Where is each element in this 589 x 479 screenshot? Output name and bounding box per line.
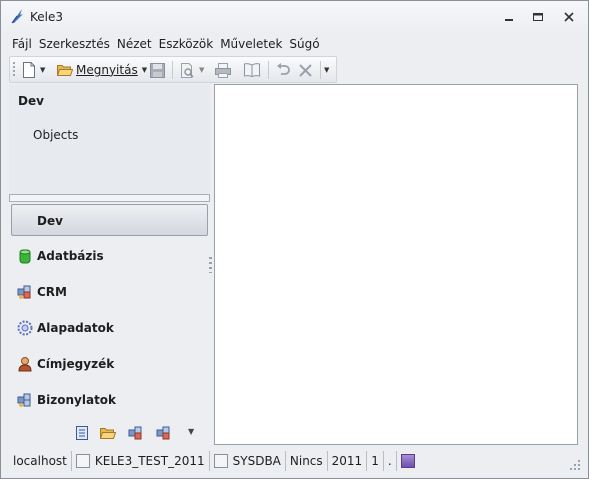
pane-title: Dev bbox=[18, 94, 44, 108]
new-document-icon bbox=[23, 62, 35, 78]
nav-label: CRM bbox=[37, 285, 67, 299]
nav-button-cimjegyzek[interactable]: Címjegyzék bbox=[11, 348, 208, 380]
status-bar: localhost KELE3_TEST_2011 SYSDBA Nincs 2… bbox=[9, 450, 583, 472]
open-dropdown-arrow[interactable]: ▼ bbox=[142, 66, 147, 74]
menu-file[interactable]: Fájl bbox=[9, 35, 35, 53]
toolbar-options-icon: ▼ bbox=[324, 66, 330, 74]
save-icon bbox=[150, 62, 165, 78]
status-host: localhost bbox=[9, 451, 72, 471]
navigation-pane-content: Dev Objects bbox=[9, 85, 210, 194]
status-user: SYSDBA bbox=[210, 451, 286, 471]
toolbar-options-button[interactable]: ▼ bbox=[324, 61, 329, 79]
panel-resize-grip[interactable] bbox=[209, 257, 212, 273]
print-icon bbox=[215, 62, 231, 78]
status-color bbox=[397, 451, 419, 471]
documents-small-icon[interactable] bbox=[156, 425, 172, 441]
menu-operations[interactable]: Műveletek bbox=[217, 35, 285, 53]
toolbar-separator bbox=[268, 61, 269, 79]
status-dot: . bbox=[384, 451, 397, 471]
basedata-icon bbox=[17, 320, 33, 336]
nav-label: Címjegyzék bbox=[37, 357, 115, 371]
menu-view[interactable]: Nézet bbox=[114, 35, 155, 53]
status-user-label: SYSDBA bbox=[232, 454, 281, 468]
crm-icon bbox=[17, 285, 31, 299]
book-button[interactable] bbox=[244, 61, 260, 79]
new-dropdown-arrow[interactable]: ▼ bbox=[40, 66, 45, 74]
status-number: 1 bbox=[367, 451, 384, 471]
user-status-icon bbox=[213, 454, 228, 468]
menu-bar: Fájl Szerkesztés Nézet Eszközök Művelete… bbox=[9, 35, 324, 53]
save-button[interactable] bbox=[150, 61, 165, 79]
new-button[interactable]: ▼ bbox=[22, 61, 45, 79]
main-toolbar: ▼ Megnyitás ▼ ▼ ▼ bbox=[9, 56, 337, 83]
toolbar-separator bbox=[320, 61, 321, 79]
nav-label: Alapadatok bbox=[37, 321, 114, 335]
documents-icon bbox=[17, 393, 31, 407]
resize-grip-icon[interactable] bbox=[569, 459, 581, 471]
print-button[interactable] bbox=[215, 61, 231, 79]
menu-tools[interactable]: Eszközök bbox=[156, 35, 217, 53]
navigation-overflow-bar: ▼ bbox=[9, 423, 210, 445]
open-folder-icon bbox=[57, 65, 73, 76]
open-label: Megnyitás bbox=[76, 63, 138, 77]
menu-edit[interactable]: Szerkesztés bbox=[36, 35, 113, 53]
status-database: KELE3_TEST_2011 bbox=[72, 451, 210, 471]
navigation-panel: Dev Objects Dev Adatbázis CRM Alapadatok… bbox=[9, 85, 210, 447]
contacts-icon bbox=[18, 357, 32, 372]
main-content-area[interactable] bbox=[214, 84, 578, 445]
note-icon[interactable] bbox=[74, 425, 90, 441]
book-icon bbox=[244, 63, 260, 77]
delete-button[interactable] bbox=[299, 61, 312, 79]
nav-button-bizonylatok[interactable]: Bizonylatok bbox=[11, 384, 208, 416]
folder-icon[interactable] bbox=[100, 425, 116, 441]
minimize-icon[interactable] bbox=[501, 10, 517, 24]
maximize-icon[interactable] bbox=[530, 10, 546, 24]
nav-label: Dev bbox=[37, 214, 63, 228]
toolbar-grip[interactable] bbox=[13, 62, 15, 78]
database-status-icon bbox=[75, 454, 90, 468]
nav-label: Adatbázis bbox=[37, 249, 104, 263]
nav-button-alapadatok[interactable]: Alapadatok bbox=[11, 312, 208, 344]
app-window: Kele3 Fájl Szerkesztés Nézet Eszközök Mű… bbox=[0, 0, 589, 479]
status-database-label: KELE3_TEST_2011 bbox=[94, 454, 205, 468]
toolbar-separator bbox=[172, 61, 173, 79]
print-preview-button[interactable]: ▼ bbox=[180, 61, 204, 79]
app-icon bbox=[11, 9, 23, 24]
print-preview-icon bbox=[181, 62, 194, 78]
pane-splitter[interactable] bbox=[9, 194, 210, 202]
title-bar[interactable]: Kele3 bbox=[1, 1, 588, 34]
window-title: Kele3 bbox=[30, 10, 64, 24]
database-icon bbox=[19, 249, 31, 264]
nav-button-dev[interactable]: Dev bbox=[11, 204, 208, 236]
pane-item-objects[interactable]: Objects bbox=[33, 128, 78, 142]
undo-button[interactable] bbox=[276, 61, 290, 79]
menu-help[interactable]: Súgó bbox=[286, 35, 322, 53]
status-year: 2011 bbox=[328, 451, 368, 471]
delete-icon bbox=[299, 63, 312, 77]
nav-button-crm[interactable]: CRM bbox=[11, 276, 208, 308]
close-icon[interactable] bbox=[561, 10, 577, 24]
open-button[interactable]: Megnyitás ▼ bbox=[57, 61, 147, 79]
nav-button-adatbazis[interactable]: Adatbázis bbox=[11, 240, 208, 272]
undo-icon bbox=[277, 63, 290, 75]
print-preview-dropdown-arrow[interactable]: ▼ bbox=[199, 66, 204, 74]
crm-small-icon[interactable] bbox=[128, 425, 144, 441]
color-swatch-icon bbox=[400, 454, 415, 468]
more-arrow-icon[interactable]: ▼ bbox=[188, 427, 204, 443]
status-state: Nincs bbox=[286, 451, 328, 471]
nav-label: Bizonylatok bbox=[37, 393, 117, 407]
